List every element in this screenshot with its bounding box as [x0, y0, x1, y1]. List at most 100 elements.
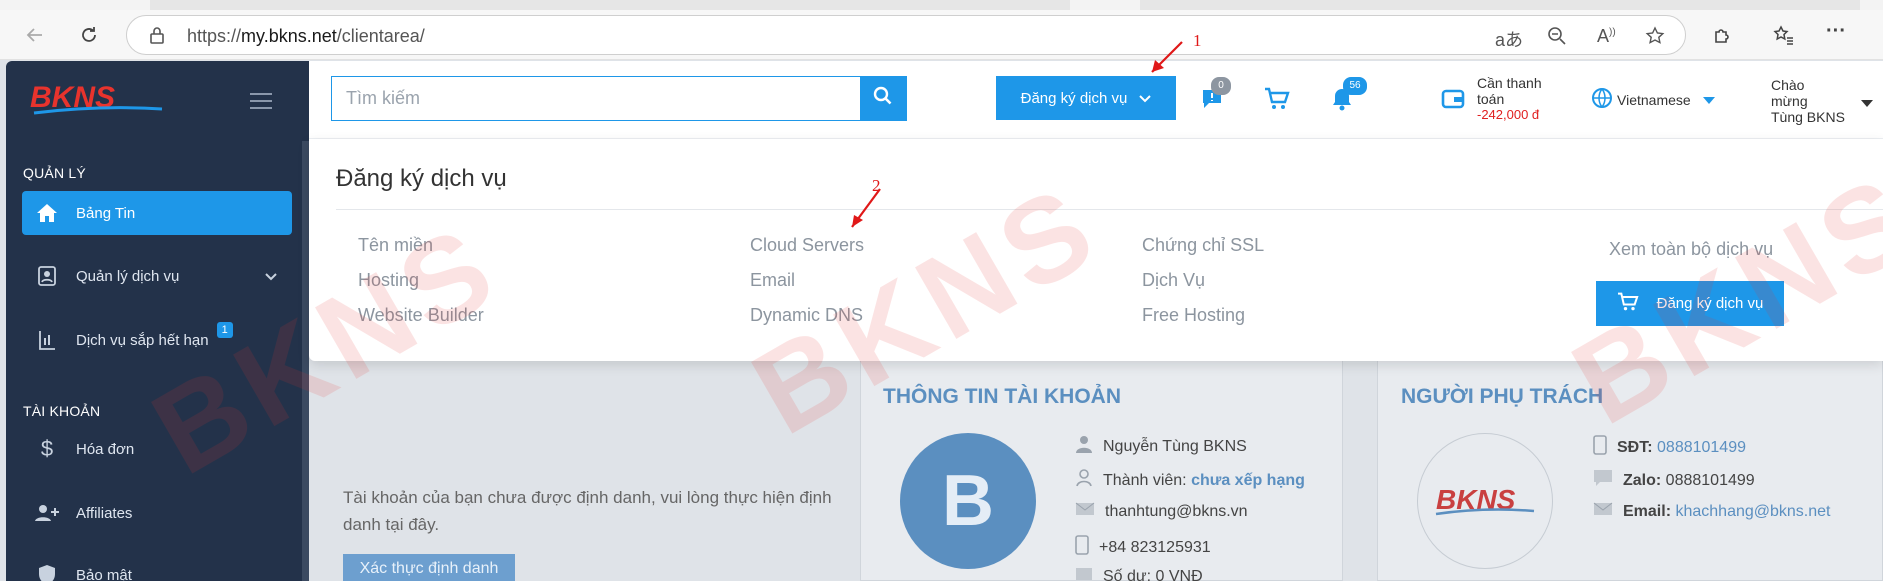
menu-item-cloud-servers[interactable]: Cloud Servers [750, 235, 864, 270]
globe-icon [1591, 87, 1613, 112]
dropdown-title: Đăng ký dịch vụ [336, 165, 507, 192]
caret-down-icon [1702, 92, 1715, 108]
sidebar-item-affiliates[interactable]: Affiliates [22, 491, 292, 535]
sidebar-item-label: Quản lý dịch vụ [76, 267, 180, 285]
register-service-dropdown: Đăng ký dịch vụ Tên miền Hosting Website… [309, 139, 1883, 361]
notification-count-badge: 56 [1343, 77, 1367, 95]
wallet-small-icon [1075, 567, 1093, 581]
account-info-title: THÔNG TIN TÀI KHOẢN [883, 385, 1121, 408]
read-aloud-icon[interactable]: A)) [1597, 26, 1616, 47]
menu-item-domain[interactable]: Tên miền [358, 235, 484, 270]
menu-item-ssl[interactable]: Chứng chỉ SSL [1142, 235, 1264, 270]
chevron-down-icon [1139, 90, 1152, 107]
manager-email-row: Email: khachhang@bkns.net [1593, 502, 1830, 521]
user-icon [1075, 435, 1093, 458]
dropdown-column-3: Chứng chỉ SSL Dịch Vụ Free Hosting [1142, 235, 1264, 340]
sidebar-item-label: Bảo mật [76, 566, 132, 581]
translate-icon[interactable]: aあ [1495, 26, 1523, 52]
sidebar-item-label: Bảng Tin [76, 204, 136, 222]
register-service-button[interactable]: Đăng ký dịch vụ [996, 76, 1176, 120]
sidebar-item-dashboard[interactable]: Bảng Tin [22, 191, 292, 235]
manager-logo: BKNS [1417, 433, 1553, 569]
home-icon [28, 203, 66, 223]
sidebar-scrollbar[interactable] [302, 141, 309, 581]
ticket-count-badge: 0 [1211, 77, 1231, 95]
user-outline-icon [1075, 469, 1093, 492]
favorites-list-icon[interactable] [1773, 24, 1795, 52]
extensions-icon[interactable] [1712, 24, 1734, 52]
url-text: https://my.bkns.net/clientarea/ [187, 26, 425, 46]
favorite-star-icon[interactable] [1645, 26, 1665, 51]
envelope-icon [1075, 502, 1095, 521]
id-card-icon [28, 265, 66, 287]
mobile-icon [1075, 535, 1089, 560]
user-plus-icon [28, 503, 66, 523]
menu-item-website-builder[interactable]: Website Builder [358, 305, 484, 340]
lock-icon[interactable] [149, 26, 165, 49]
cart-icon[interactable] [1264, 87, 1290, 116]
refresh-icon[interactable] [76, 22, 102, 48]
address-bar[interactable]: https://my.bkns.net/clientarea/ aあ A)) [126, 15, 1686, 55]
annotation-label-1: 1 [1193, 31, 1202, 50]
user-greeting[interactable]: Chào mừng Tùng BKNS [1771, 77, 1845, 125]
balance-row: Số dư: 0 VNĐ [1075, 567, 1203, 581]
wallet-icon[interactable] [1441, 87, 1465, 116]
search-button[interactable] [860, 77, 906, 120]
account-manager-title: NGƯỜI PHỤ TRÁCH [1401, 385, 1604, 408]
top-header: Đăng ký dịch vụ 0 56 Cần thanh toán -242… [309, 61, 1883, 139]
avatar: B [900, 433, 1036, 569]
expiring-count-badge: 1 [216, 322, 233, 338]
section-title-account: TÀI KHOẢN [23, 403, 101, 419]
verification-notice: Tài khoản của bạn chưa được định danh, v… [343, 488, 832, 534]
browser-tabstrip [0, 0, 1883, 10]
sidebar-item-label: Dịch vụ sắp hết hạn [76, 331, 209, 349]
email-row: thanhtung@bkns.vn [1075, 502, 1248, 521]
envelope-icon [1593, 502, 1613, 521]
payment-amount: -242,000 đ [1477, 107, 1540, 122]
sidebar: BKNS QUẢN LÝ Bảng Tin Quản lý dịch vụ Dị… [6, 61, 309, 581]
annotation-label-2: 2 [872, 176, 881, 195]
dollar-icon: $ [40, 436, 54, 461]
verify-identity-button[interactable]: Xác thực định danh [343, 554, 515, 581]
more-menu-icon[interactable]: ··· [1826, 20, 1846, 43]
divider [336, 209, 1883, 210]
sidebar-item-label: Affiliates [76, 504, 133, 522]
sidebar-item-invoices[interactable]: $ Hóa đơn [22, 427, 292, 471]
sidebar-item-services[interactable]: Quản lý dịch vụ [22, 254, 292, 298]
language-selector[interactable]: Vietnamese [1591, 87, 1715, 112]
chevron-down-icon[interactable] [264, 269, 278, 286]
dropdown-column-1: Tên miền Hosting Website Builder [358, 235, 484, 340]
menu-item-services[interactable]: Dịch Vụ [1142, 270, 1264, 305]
view-all-services-link[interactable]: Xem toàn bộ dịch vụ [1609, 239, 1773, 260]
cart-icon [1617, 292, 1639, 316]
search-icon [873, 86, 893, 111]
search-input[interactable] [332, 77, 860, 120]
dropdown-register-button[interactable]: Đăng ký dịch vụ [1596, 281, 1784, 326]
menu-item-dynamic-dns[interactable]: Dynamic DNS [750, 305, 864, 340]
user-caret-icon[interactable] [1861, 95, 1873, 113]
menu-item-hosting[interactable]: Hosting [358, 270, 484, 305]
bkns-logo[interactable]: BKNS [30, 79, 170, 124]
manager-zalo-row: Zalo: 0888101499 [1593, 469, 1755, 492]
menu-item-free-hosting[interactable]: Free Hosting [1142, 305, 1264, 340]
sidebar-item-expiring[interactable]: Dịch vụ sắp hết hạn 1 [22, 318, 292, 362]
chat-icon [1593, 469, 1613, 492]
zoom-out-icon[interactable] [1547, 26, 1567, 51]
manager-phone-row: SĐT: 0888101499 [1593, 435, 1746, 460]
section-title-manage: QUẢN LÝ [23, 165, 86, 181]
sidebar-item-security[interactable]: Bảo mật [22, 553, 292, 581]
mobile-icon [1593, 435, 1607, 460]
shield-icon [28, 564, 66, 581]
menu-toggle-icon[interactable] [250, 93, 272, 114]
search-box [331, 76, 907, 121]
bar-chart-icon [28, 329, 66, 351]
phone-row: +84 823125931 [1075, 535, 1211, 560]
member-rank-row: Thành viên: chưa xếp hạng [1075, 469, 1305, 492]
menu-item-email[interactable]: Email [750, 270, 864, 305]
account-name-row: Nguyễn Tùng BKNS [1075, 435, 1247, 458]
browser-toolbar: https://my.bkns.net/clientarea/ aあ A)) ·… [0, 10, 1883, 60]
back-icon[interactable] [22, 22, 48, 48]
sidebar-item-label: Hóa đơn [76, 440, 135, 458]
payment-due[interactable]: Cần thanh toán -242,000 đ [1477, 75, 1542, 123]
dropdown-column-2: Cloud Servers Email Dynamic DNS [750, 235, 864, 340]
